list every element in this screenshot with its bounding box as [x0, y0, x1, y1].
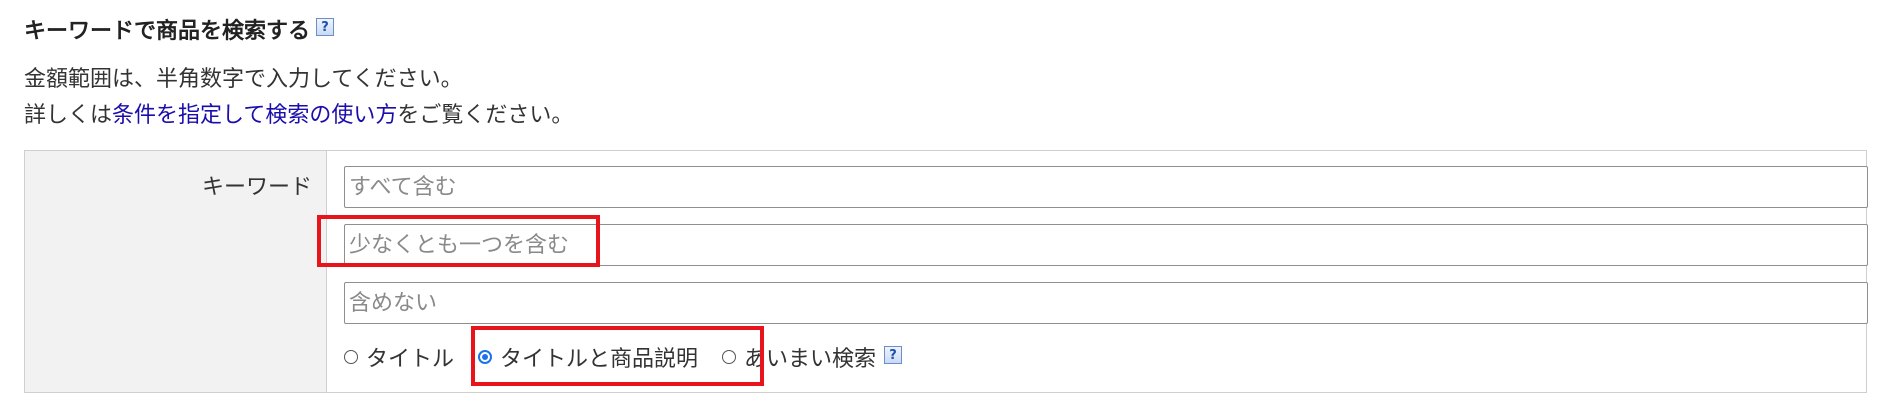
- section-title: キーワードで商品を検索する ?: [24, 14, 335, 44]
- intro-line-2-prefix: 詳しくは: [24, 103, 113, 128]
- scope-option-label: タイトルと商品説明: [500, 347, 699, 372]
- intro-line-2: 詳しくは条件を指定して検索の使い方をご覧ください。: [24, 98, 573, 134]
- scope-option-fuzzy[interactable]: あいまい検索: [722, 341, 876, 373]
- search-scope-options: タイトル タイトルと商品説明 あいまい検索 ?: [344, 337, 903, 377]
- scope-option-label: タイトル: [366, 347, 455, 372]
- question-mark-icon[interactable]: ?: [884, 346, 903, 364]
- usage-help-link[interactable]: 条件を指定して検索の使い方: [112, 103, 397, 128]
- keyword-label: キーワード: [201, 175, 312, 200]
- keyword-all-input[interactable]: [344, 166, 1868, 208]
- scope-option-title[interactable]: タイトル: [344, 341, 454, 373]
- radio-button[interactable]: [722, 350, 737, 364]
- intro-text: 金額範囲は、半角数字で入力してください。 詳しくは条件を指定して検索の使い方をご…: [24, 62, 573, 134]
- field-column: タイトル タイトルと商品説明 あいまい検索 ?: [327, 151, 1868, 393]
- label-column: キーワード: [25, 151, 327, 393]
- scope-option-label: あいまい検索: [744, 347, 877, 372]
- radio-button[interactable]: [344, 350, 358, 364]
- intro-line-1: 金額範囲は、半角数字で入力してください。: [24, 67, 463, 92]
- keyword-exclude-input[interactable]: [344, 282, 1868, 324]
- question-mark-icon[interactable]: ?: [316, 18, 335, 36]
- keyword-any-input[interactable]: [344, 224, 1868, 266]
- radio-button-selected[interactable]: [478, 350, 493, 364]
- scope-option-title-and-description[interactable]: タイトルと商品説明: [478, 341, 698, 373]
- section-title-text: キーワードで商品を検索する: [24, 19, 311, 44]
- intro-line-2-suffix: をご覧ください。: [397, 103, 574, 128]
- keyword-search-form: キーワード タイトル タイトルと商品説明 あいまい検索 ?: [24, 150, 1868, 393]
